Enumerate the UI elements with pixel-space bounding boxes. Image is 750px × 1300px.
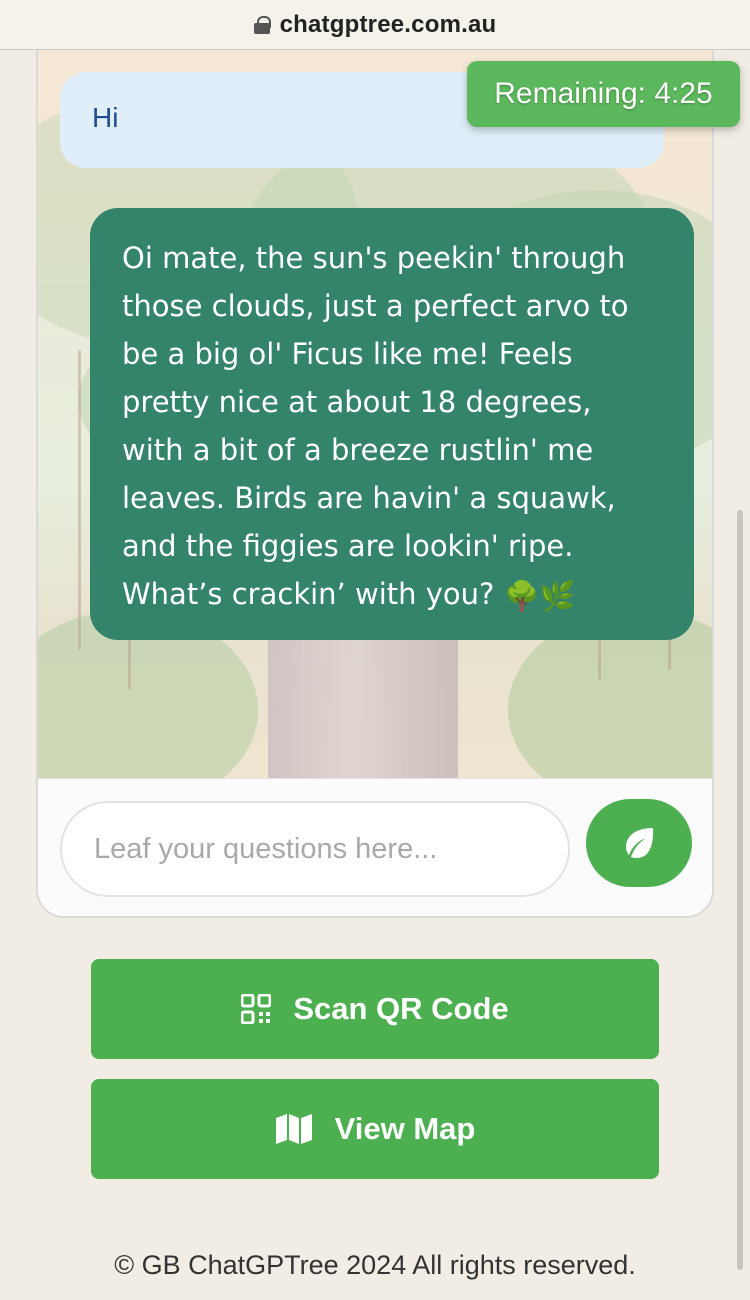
page-scrollbar[interactable] <box>737 510 743 1270</box>
send-button[interactable] <box>586 799 692 887</box>
qr-code-icon <box>241 994 272 1024</box>
user-message-text: Hi <box>92 102 119 133</box>
scan-qr-button[interactable]: Scan QR Code <box>91 959 659 1059</box>
view-map-button[interactable]: View Map <box>91 1079 659 1179</box>
url-text: chatgptree.com.au <box>279 10 497 38</box>
assistant-message: Oi mate, the sun's peekin' through those… <box>90 208 694 640</box>
message-input-bar <box>38 778 712 916</box>
assistant-message-text: Oi mate, the sun's peekin' through those… <box>122 241 629 611</box>
browser-url-bar[interactable]: chatgptree.com.au <box>0 0 750 50</box>
message-input[interactable] <box>60 801 570 897</box>
map-icon <box>275 1114 312 1144</box>
chat-window: Hi Oi mate, the sun's peekin' through th… <box>36 50 714 918</box>
scan-qr-label: Scan QR Code <box>293 991 509 1026</box>
lock-icon <box>253 15 271 34</box>
tree-leaf-emoji: 🌳🌿 <box>503 579 576 613</box>
view-map-label: View Map <box>334 1111 476 1146</box>
remaining-time-badge: Remaining: 4:25 <box>467 61 740 127</box>
leaf-send-icon <box>626 828 654 858</box>
copyright-footer: © GB ChatGPTree 2024 All rights reserved… <box>114 1250 636 1280</box>
